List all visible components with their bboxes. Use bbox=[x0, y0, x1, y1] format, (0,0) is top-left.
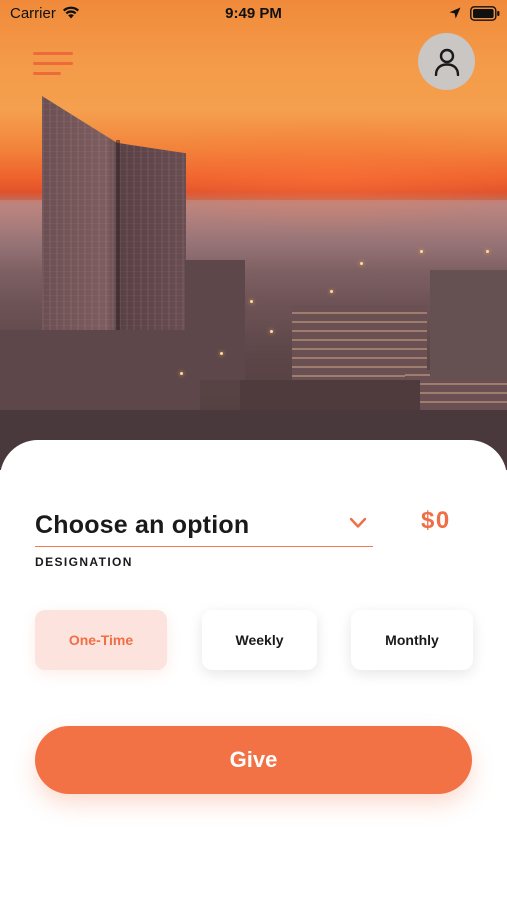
frequency-label: Weekly bbox=[235, 632, 284, 648]
location-arrow-icon bbox=[449, 7, 461, 19]
frequency-label: One-Time bbox=[68, 632, 134, 648]
city-light bbox=[360, 262, 363, 265]
user-profile-icon bbox=[434, 48, 459, 76]
city-light bbox=[420, 250, 423, 253]
frequency-label: Monthly bbox=[385, 632, 439, 648]
donation-amount[interactable]: $0 bbox=[421, 507, 451, 535]
building bbox=[430, 270, 507, 380]
menu-line bbox=[33, 52, 73, 55]
battery-icon bbox=[470, 6, 500, 21]
profile-button[interactable] bbox=[418, 33, 475, 90]
designation-label: DESIGNATION bbox=[35, 555, 133, 569]
status-clock: 9:49 PM bbox=[225, 5, 282, 22]
city-light bbox=[330, 290, 333, 293]
city-light bbox=[180, 372, 183, 375]
menu-line bbox=[33, 72, 61, 75]
city-light bbox=[270, 330, 273, 333]
frequency-monthly-button[interactable]: Monthly bbox=[351, 610, 473, 670]
designation-select-value: Choose an option bbox=[35, 511, 250, 539]
menu-line bbox=[33, 62, 73, 65]
give-button[interactable]: Give bbox=[35, 726, 472, 794]
status-bar: Carrier 9:49 PM bbox=[0, 0, 507, 28]
city-light bbox=[220, 352, 223, 355]
frequency-weekly-button[interactable]: Weekly bbox=[202, 610, 317, 670]
building bbox=[185, 260, 245, 380]
city-light bbox=[250, 300, 253, 303]
chevron-down-icon bbox=[349, 517, 367, 528]
designation-select[interactable]: Choose an option bbox=[35, 505, 373, 547]
frequency-one-time-button[interactable]: One-Time bbox=[35, 610, 167, 670]
skyscraper-edge bbox=[116, 140, 120, 355]
give-button-label: Give bbox=[229, 747, 278, 772]
hamburger-menu-icon[interactable] bbox=[30, 50, 76, 76]
city-light bbox=[486, 250, 489, 253]
